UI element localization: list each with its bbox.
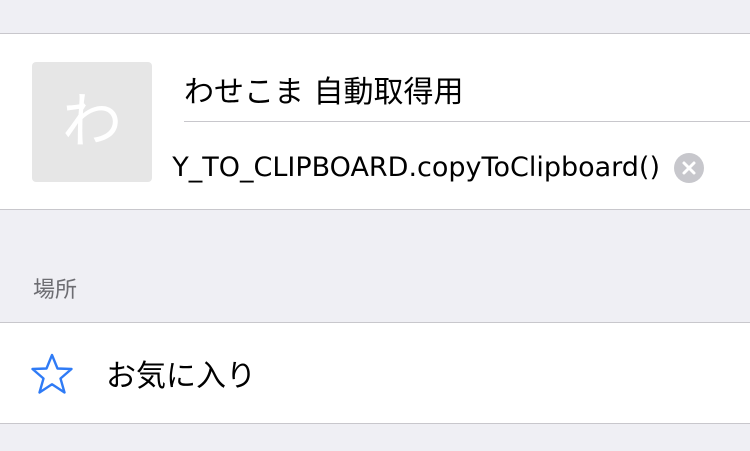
clear-url-button[interactable] xyxy=(674,153,704,183)
thumbnail-letter: わ xyxy=(62,87,122,157)
clear-icon xyxy=(682,161,696,175)
top-gap xyxy=(0,0,750,33)
bookmark-edit-card: わ わせこま 自動取得用 Y_TO_CLIPBOARD.copyToClipbo… xyxy=(0,33,750,210)
location-folder-label: お気に入り xyxy=(106,359,256,394)
star-icon xyxy=(31,353,73,394)
bookmark-thumbnail: わ xyxy=(32,62,152,182)
location-section-header: 場所 xyxy=(33,278,78,303)
bookmark-title-field[interactable]: わせこま 自動取得用 xyxy=(184,56,750,122)
location-folder-row[interactable]: お気に入り xyxy=(0,322,750,424)
bookmark-url-field[interactable]: Y_TO_CLIPBOARD.copyToClipboard() xyxy=(170,134,660,200)
bookmark-url-text: Y_TO_CLIPBOARD.copyToClipboard() xyxy=(172,151,660,183)
field-divider xyxy=(184,121,750,122)
